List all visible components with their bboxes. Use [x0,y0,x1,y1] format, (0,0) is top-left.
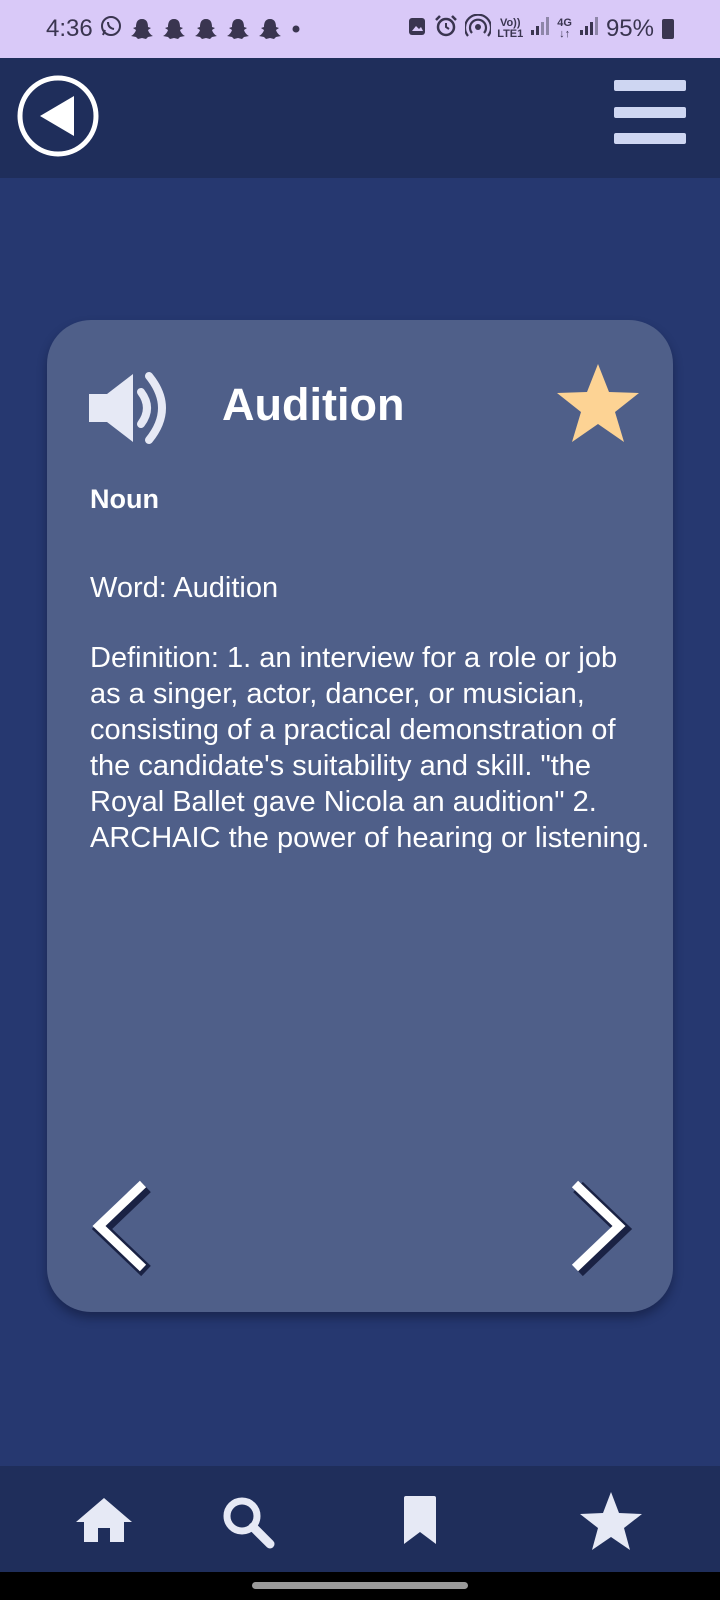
signal-icon [578,15,600,44]
chevron-right-icon [571,1180,633,1277]
status-right: Vo)) LTE1 4G ↓↑ 95% [407,13,674,45]
snapchat-icon [257,17,283,41]
word-card: Audition Noun Word: Audition Definition:… [47,320,673,1312]
notification-dot-icon [289,15,303,43]
search-icon [223,1497,275,1549]
menu-bar-line [614,80,686,91]
snapchat-icon [225,17,251,41]
part-of-speech: Noun [90,484,159,514]
home-icon [76,1498,132,1542]
snapchat-icon [161,17,187,41]
bookmark-icon [404,1496,436,1544]
battery-icon [662,19,674,39]
battery-percent: 95% [605,15,654,42]
speaker-icon [89,372,166,444]
menu-bar-line [614,106,686,118]
bottom-nav [0,1466,720,1572]
nav-favorites[interactable] [578,1490,644,1552]
whatsapp-icon [99,14,123,45]
signal-icon [529,15,551,44]
next-word-button[interactable] [565,1174,635,1278]
snapchat-icon [193,17,219,41]
word-title: Audition [222,379,405,430]
hotspot-icon [464,13,493,45]
definition-text: Definition: 1. an interview for a role o… [90,642,650,854]
alarm-icon [433,14,459,45]
nav-bookmark[interactable] [400,1494,440,1546]
status-left: 4:36 [46,14,303,45]
previous-word-button[interactable] [83,1174,153,1278]
back-button[interactable] [16,74,100,158]
star-icon [557,364,639,442]
snapchat-icon [129,17,155,41]
word-line: Word: Audition [90,572,279,604]
data-type-indicator: 4G ↓↑ [557,17,572,40]
nav-search[interactable] [220,1494,280,1550]
favorite-button[interactable] [553,360,643,448]
status-bar: 4:36 Vo)) LTE1 4G ↓↑ 95% [0,0,720,58]
menu-button[interactable] [614,80,686,144]
status-time: 4:36 [46,15,93,42]
chevron-left-icon [91,1180,151,1277]
home-gesture-pill[interactable] [252,1582,468,1589]
volte-indicator: Vo)) LTE1 [497,17,524,40]
star-icon [580,1492,642,1550]
app-bar [0,58,720,178]
back-arrow-circle-icon [17,75,99,157]
nav-home[interactable] [74,1494,134,1546]
gesture-area [0,1572,720,1600]
photo-icon [407,15,427,44]
menu-bar-line [614,133,686,144]
speaker-button[interactable] [87,370,173,446]
